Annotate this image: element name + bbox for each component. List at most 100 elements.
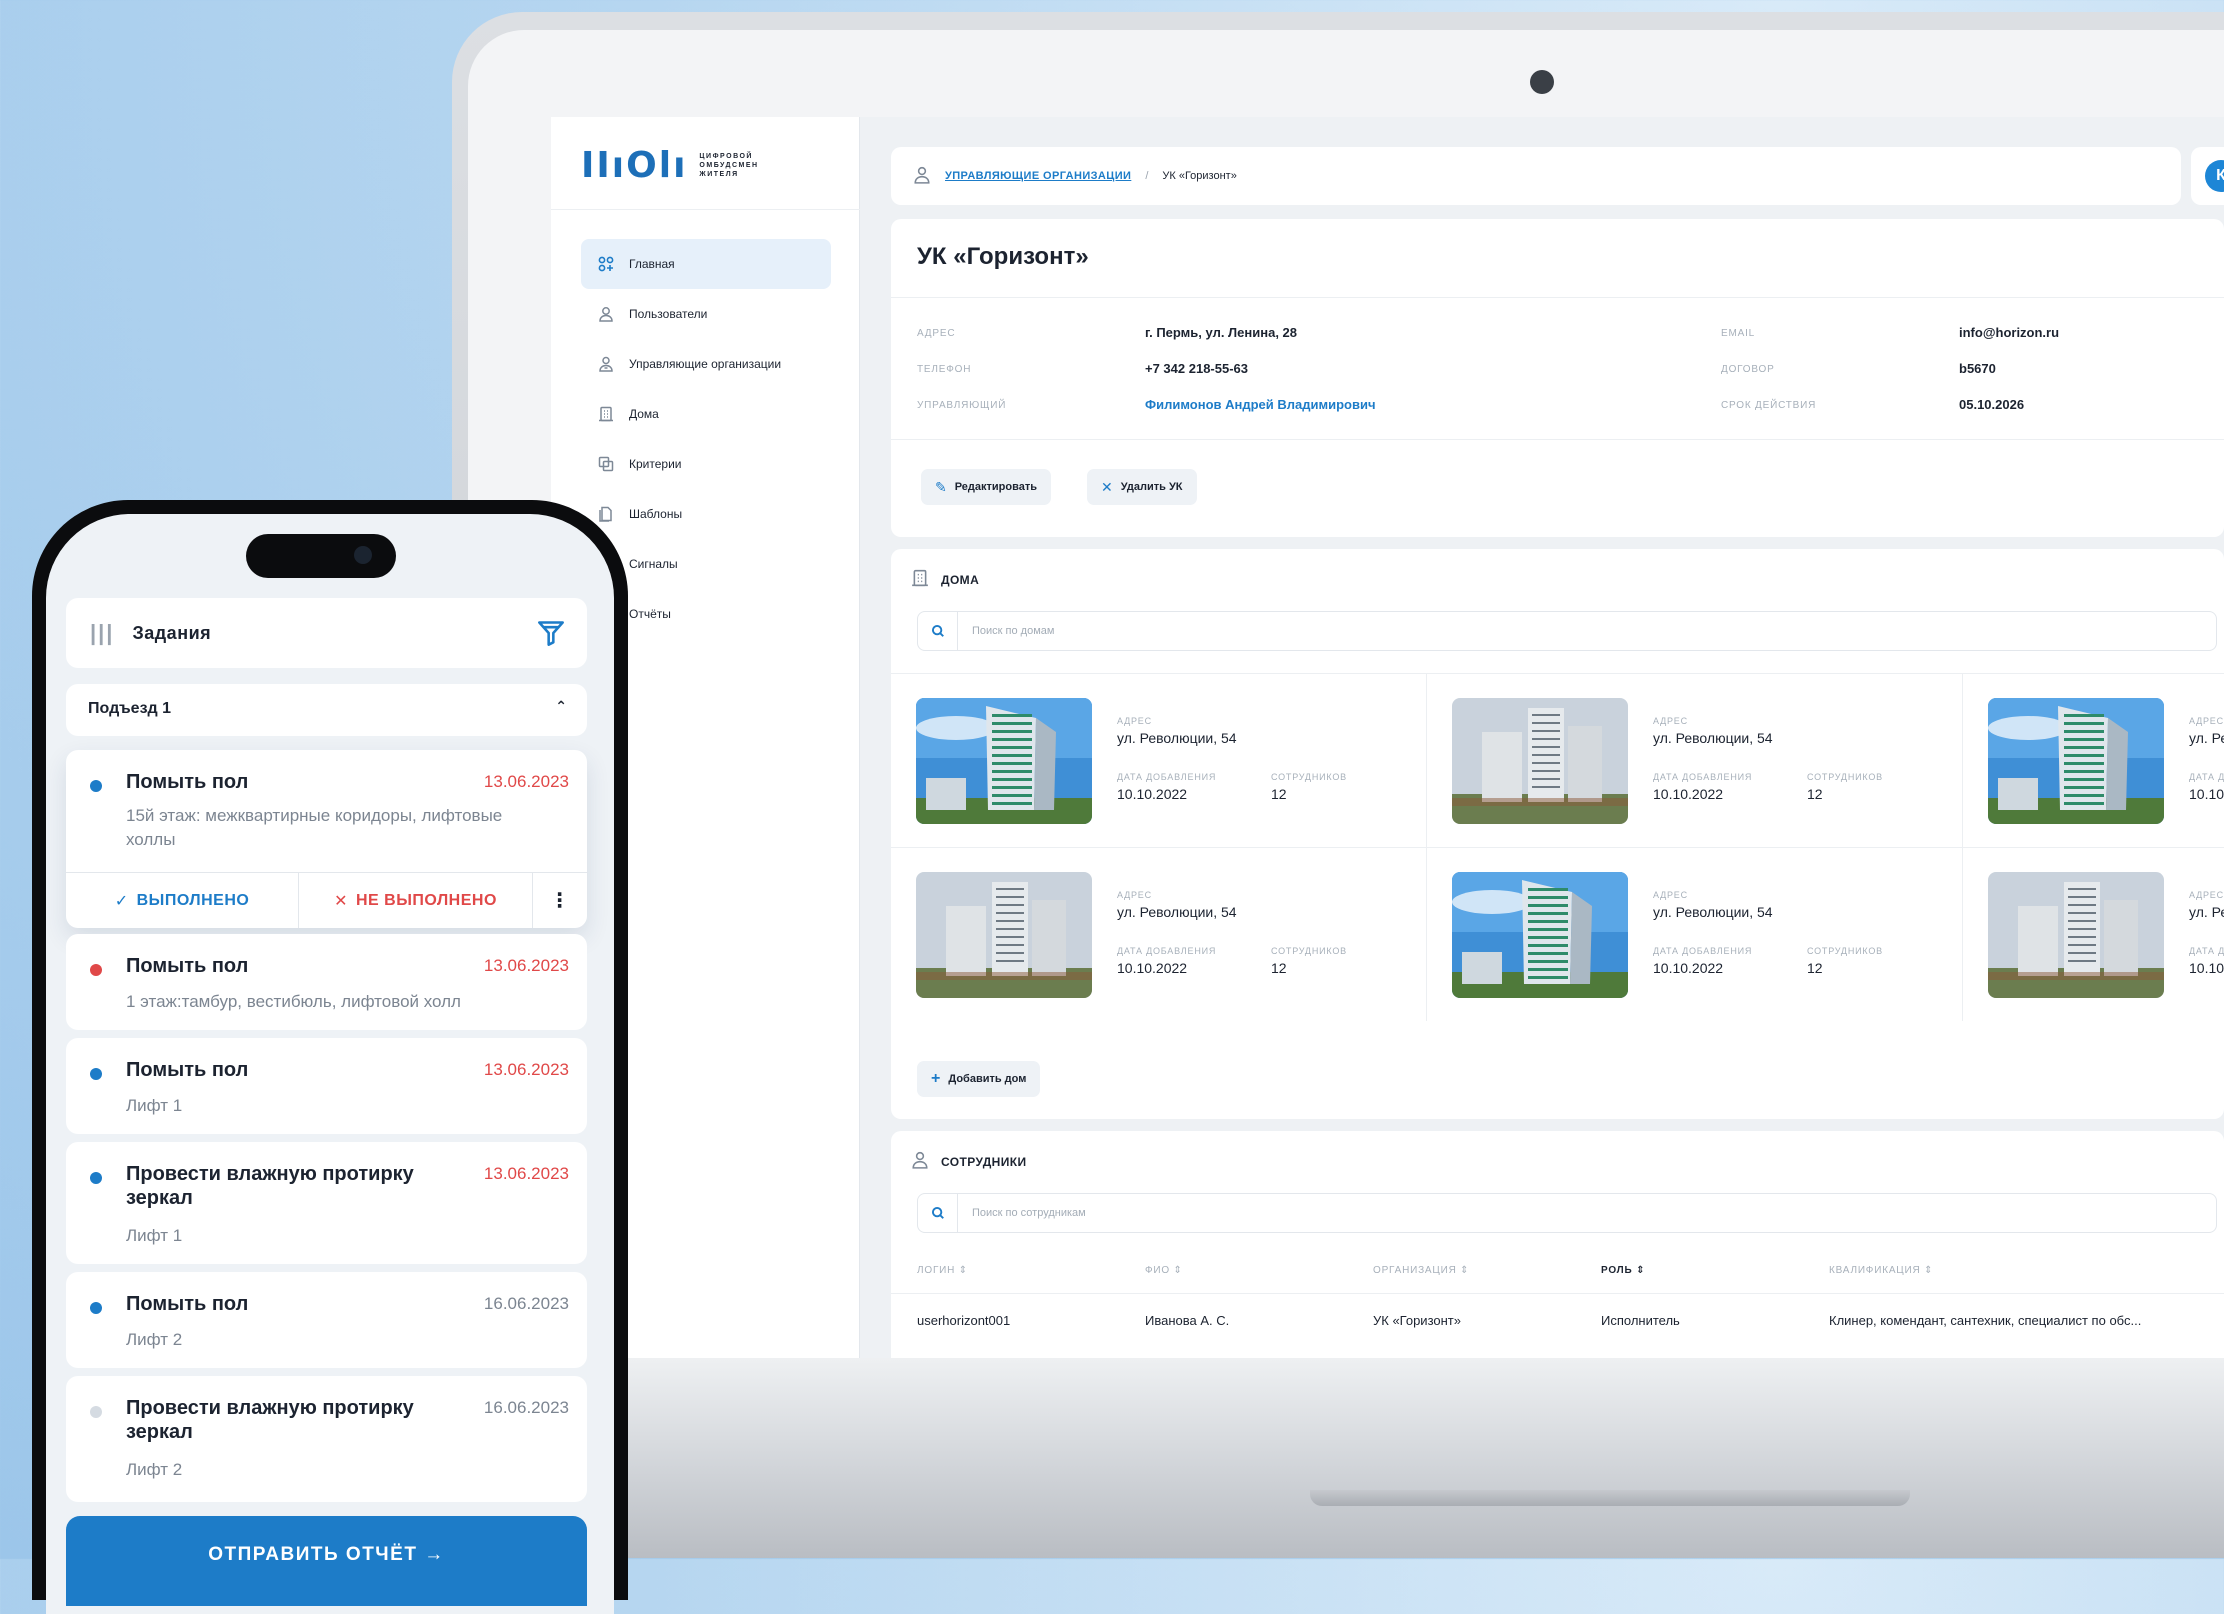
task-card[interactable]: Провести влажную протирку зеркал 16.06.2… [66,1376,587,1502]
column-header-organization[interactable]: Организация ⇕ [1373,1265,1469,1276]
column-header-qualification[interactable]: Квалификация ⇕ [1829,1265,1933,1276]
task-location: Лифт 2 [126,1330,183,1349]
house-staff: 12 [1807,960,1823,976]
sidebar-item-label: Критерии [629,457,682,471]
send-report-button[interactable]: Отправить отчёт → [66,1516,587,1606]
manager-link[interactable]: Филимонов Андрей Владимирович [1145,397,1376,412]
cell-role: Исполнитель [1601,1313,1680,1328]
house-staff-label: Сотрудников [1271,772,1347,782]
house-date: 10.10. [2189,960,2224,976]
task-date: 13.06.2023 [483,956,569,975]
divider [551,209,860,210]
task-card[interactable]: Провести влажную протирку зеркал 13.06.2… [66,1142,587,1264]
template-icon [597,505,615,523]
sidebar-item-users[interactable]: Пользователи [581,289,831,339]
task-name: Помыть пол [126,1293,249,1315]
task-name: Провести влажную протирку зеркал [126,1397,414,1443]
house-staff-label: Сотрудников [1807,946,1883,956]
sidebar-item-templates[interactable]: Шаблоны [581,489,831,539]
houses-section-header: Дома [911,569,979,590]
house-date-label: Дата добавления [2189,772,2224,782]
house-card[interactable]: Адрес ул. Революции, 54 Дата добавления … [891,847,1427,1021]
task-card[interactable]: Помыть пол 13.06.2023 1 этаж:тамбур, вес… [66,934,587,1030]
close-icon: ✕ [334,892,348,910]
column-header-role[interactable]: Роль ⇕ [1601,1265,1645,1276]
sidebar-item-houses[interactable]: Дома [581,389,831,439]
task-name: Помыть пол [126,771,249,793]
more-vertical-icon: ⋮ [549,890,571,912]
sidebar-item-label: Дома [629,407,659,421]
sidebar-item-home[interactable]: Главная [581,239,831,289]
user-menu-button[interactable]: К [2191,147,2224,205]
house-date-label: Дата добавления [2189,946,2224,956]
house-staff: 12 [1271,786,1287,802]
task-card[interactable]: Помыть пол 13.06.2023 15й этаж: межкварт… [66,750,587,928]
building-icon [597,405,615,423]
cell-login[interactable]: userhorizont001 [917,1313,1010,1328]
house-address: ул. Ре [2189,904,2224,920]
sidebar-item-label: Пользователи [629,307,708,321]
houses-search-input[interactable]: Поиск по домам [917,611,2217,651]
status-dot [90,1068,102,1080]
house-address-label: Адрес [2189,890,2224,900]
cell-name: Иванова А. С. [1145,1313,1230,1328]
group-title: Подъезд 1 [88,700,172,717]
task-name: Провести влажную протирку зеркал [126,1163,414,1209]
staff-card: Сотрудники Поиск по сотрудникам Логин ⇕ … [891,1131,2224,1358]
breadcrumb-link-companies[interactable]: Управляющие организации [945,170,1131,182]
sidebar-item-criteria[interactable]: Критерии [581,439,831,489]
not-done-button[interactable]: ✕ Не выполнено [299,873,533,928]
house-date-label: Дата добавления [1117,946,1217,956]
house-date-label: Дата добавления [1653,946,1753,956]
sidebar-item-management-companies[interactable]: Управляющие организации [581,339,831,389]
column-header-name[interactable]: ФИО ⇕ [1145,1265,1183,1276]
filter-icon[interactable] [537,620,565,651]
house-address: ул. Революции, 54 [1653,904,1773,920]
more-menu-button[interactable]: ⋮ [533,873,587,928]
sidebar-item-label: Управляющие организации [629,357,782,371]
house-card[interactable]: Адрес ул. Революции, 54 Дата добавления … [1427,673,1963,847]
house-staff-label: Сотрудников [1271,946,1347,956]
group-header[interactable]: Подъезд 1 ⌃ [66,684,587,736]
add-house-button[interactable]: + Добавить дом [917,1061,1041,1097]
task-date: 13.06.2023 [483,1060,569,1079]
search-icon [918,1194,958,1232]
edit-button[interactable]: ✎ Редактировать [921,469,1051,505]
house-card[interactable]: Адрес ул. Ре Дата добавления 10.10. [1963,847,2224,1021]
column-header-label: Квалификация [1829,1265,1921,1276]
done-button[interactable]: ✓ Выполнено [66,873,299,928]
house-card[interactable]: Адрес ул. Ре Дата добавления 10.10. [1963,673,2224,847]
laptop-base-notch [1310,1490,1910,1506]
breadcrumb-separator: / [1145,170,1149,182]
house-address: ул. Ре [2189,730,2224,746]
logo-mark: IIıOlı [581,145,688,186]
column-header-login[interactable]: Логин ⇕ [917,1265,968,1276]
valid-value: 05.10.2026 [1959,397,2025,412]
user-badge-icon [913,166,931,187]
dynamic-island [246,534,396,578]
contract-label: Договор [1721,364,1775,375]
staff-section-header: Сотрудники [911,1151,1027,1172]
house-address-label: Адрес [2189,716,2224,726]
task-card[interactable]: Помыть пол 13.06.2023 Лифт 1 [66,1038,587,1134]
house-card[interactable]: Адрес ул. Революции, 54 Дата добавления … [1427,847,1963,1021]
search-placeholder: Поиск по домам [972,625,1055,637]
task-location: 15й этаж: межквартирные коридоры, лифтов… [126,806,503,849]
task-date: 13.06.2023 [483,1164,569,1183]
search-icon [918,612,958,650]
task-card[interactable]: Помыть пол 16.06.2023 Лифт 2 [66,1272,587,1368]
house-address-label: Адрес [1117,716,1152,726]
house-photo [1988,872,2164,998]
house-card[interactable]: Адрес ул. Революции, 54 Дата добавления … [891,673,1427,847]
staff-search-input[interactable]: Поиск по сотрудникам [917,1193,2217,1233]
house-staff: 12 [1271,960,1287,976]
criteria-icon [597,455,615,473]
house-photo [916,872,1092,998]
delete-org-button[interactable]: ✕ Удалить УК [1087,469,1197,505]
laptop-screen: IIıOlı цифровой омбудсмен жителя Главная… [551,117,2224,1358]
column-header-label: Роль [1601,1265,1633,1276]
house-address: ул. Революции, 54 [1117,904,1237,920]
divider [891,439,2224,440]
logo[interactable]: IIıOlı цифровой омбудсмен жителя [581,145,759,186]
contract-value: b5670 [1959,361,1996,376]
